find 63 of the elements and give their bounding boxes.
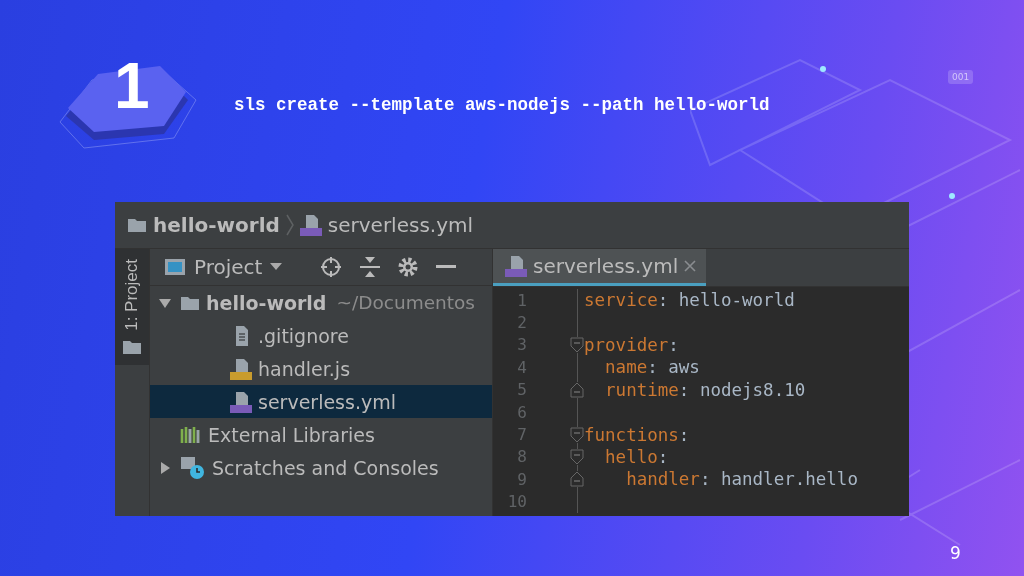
locate-icon[interactable] (320, 256, 343, 278)
page-number: 9 (950, 543, 961, 563)
tree-item[interactable]: hello-world ~/Documentos (150, 286, 492, 319)
tree-item-label: External Libraries (208, 423, 375, 446)
line-number: 7 (516, 425, 528, 445)
line-number: 6 (516, 402, 528, 422)
close-icon[interactable] (684, 260, 697, 272)
breadcrumb-item[interactable]: serverless.yml (299, 213, 474, 237)
line-number: 3 (516, 335, 528, 355)
minimize-icon[interactable] (436, 265, 457, 269)
folder-path: ~/Documentos (336, 292, 475, 313)
line-number: 8 (516, 447, 528, 467)
tree-item[interactable]: .gitignore (150, 319, 492, 352)
collapse-all-icon[interactable] (360, 256, 381, 278)
code-line: runtime: nodejs8.10 (604, 379, 806, 400)
tree-item[interactable]: External Libraries (150, 418, 492, 451)
fold-end-icon[interactable] (570, 381, 584, 398)
code-line: name: aws (604, 357, 700, 378)
settings-icon[interactable] (398, 257, 419, 277)
tree-item-label: hello-world (206, 291, 327, 314)
yml-file-icon (505, 255, 527, 277)
expanded-arrow-icon[interactable] (159, 296, 171, 309)
folder-icon (122, 338, 142, 355)
line-number: 5 (516, 380, 528, 400)
fold-icon[interactable] (570, 426, 584, 443)
line-number: 10 (506, 492, 528, 512)
fold-end-icon[interactable] (570, 471, 584, 488)
window-icon (164, 258, 186, 276)
breadcrumb-item[interactable]: hello-world (127, 213, 280, 237)
folder-icon (180, 294, 200, 311)
tree-item-label: serverless.yml (258, 390, 396, 413)
js-file-icon (230, 357, 252, 380)
command-text: sls create --template aws-nodejs --path hello-world (234, 95, 770, 115)
project-view-dropdown[interactable]: Project (164, 255, 283, 279)
scratch-console-icon (180, 455, 206, 480)
tree-item-label: Scratches and Consoles (212, 456, 439, 479)
tree-item[interactable]: serverless.yml (150, 385, 492, 418)
chevron-icon (285, 214, 294, 236)
library-icon (180, 425, 202, 444)
yml-file-icon (230, 390, 252, 413)
tree-item-label: handler.js (258, 357, 351, 380)
caret-icon (270, 263, 283, 271)
code-line: service: hello-world (584, 290, 795, 311)
code-line: functions: (584, 424, 690, 445)
tree-item[interactable]: Scratches and Consoles (150, 451, 492, 484)
chat-bubble-badge: 001 (948, 70, 974, 84)
yml-file-icon (299, 214, 322, 236)
line-number: 2 (516, 313, 528, 333)
code-line: handler: handler.hello (625, 469, 858, 490)
fold-icon[interactable] (570, 448, 584, 465)
project-tool-tab[interactable]: 1: Project (115, 249, 149, 365)
fold-icon[interactable] (570, 336, 584, 353)
code-line: hello: (604, 446, 669, 467)
editor-tab[interactable]: serverless.yml (493, 249, 707, 286)
line-number: 1 (516, 290, 528, 310)
line-number: 4 (516, 357, 528, 377)
tree-item-label: .gitignore (258, 324, 349, 347)
folder-icon (127, 217, 147, 233)
code-line: provider: (584, 334, 679, 355)
step-number: 1 (114, 54, 150, 118)
tree-item[interactable]: handler.js (150, 352, 492, 385)
line-number: 9 (516, 469, 528, 489)
collapsed-arrow-icon[interactable] (159, 461, 171, 474)
